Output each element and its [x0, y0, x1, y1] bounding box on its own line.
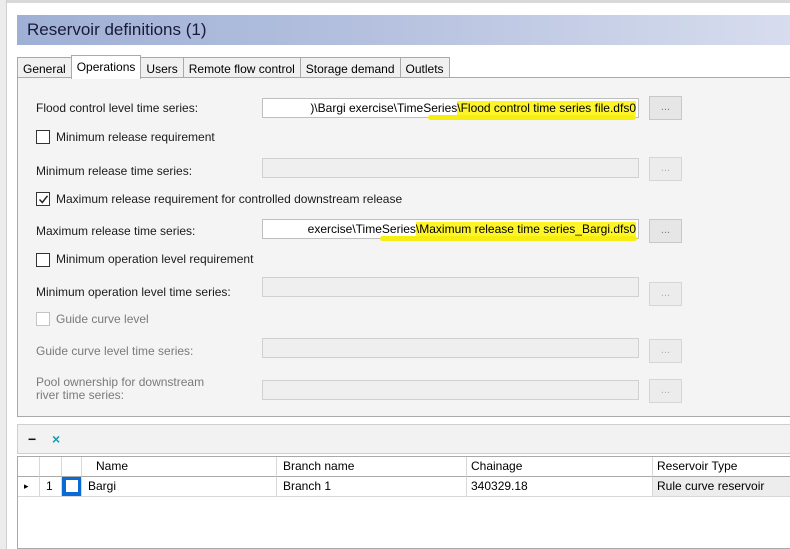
tab-outlets[interactable]: Outlets — [399, 57, 450, 79]
highlight-mark — [380, 236, 637, 241]
cell-branch[interactable]: Branch 1 — [277, 477, 467, 497]
min-op-level-browse-button: ... — [649, 282, 682, 306]
min-release-browse-button: ... — [649, 157, 682, 181]
cell-reservoir-type[interactable]: Rule curve reservoir — [653, 477, 790, 497]
tab-strip: General Operations Users Remote flow con… — [17, 55, 450, 79]
top-border — [0, 0, 790, 3]
delete-row-icon[interactable]: × — [52, 431, 60, 447]
guide-curve-ts-label: Guide curve level time series: — [36, 344, 194, 358]
flood-control-label: Flood control level time series: — [36, 101, 199, 115]
row-indicator[interactable]: ▸ — [18, 477, 40, 497]
max-release-ts-label: Maximum release time series: — [36, 224, 196, 238]
tab-operations[interactable]: Operations — [70, 55, 142, 79]
min-op-level-ts-field — [262, 277, 639, 297]
min-release-ts-field — [262, 158, 639, 178]
flood-control-path-prefix: )\Bargi exercise\TimeSeries — [310, 101, 458, 115]
min-release-checkbox[interactable] — [36, 130, 50, 144]
row-select-cell[interactable] — [62, 477, 82, 497]
max-release-path-prefix: exercise\TimeSeries — [307, 222, 416, 236]
cell-chainage[interactable]: 340329.18 — [467, 477, 653, 497]
tab-remote-flow-control[interactable]: Remote flow control — [182, 57, 301, 79]
guide-curve-browse-button: ... — [649, 339, 682, 363]
index-header — [40, 457, 62, 477]
column-header-branch[interactable]: Branch name — [277, 457, 467, 477]
pool-ownership-label-line1: Pool ownership for downstream — [36, 375, 205, 389]
min-op-level-checkbox[interactable] — [36, 253, 50, 267]
tab-storage-demand[interactable]: Storage demand — [299, 57, 401, 79]
check-icon — [38, 195, 49, 204]
column-header-chainage[interactable]: Chainage — [467, 457, 653, 477]
grid-toolbar: − × — [17, 424, 790, 454]
reservoir-table: Name Branch name Chainage Reservoir Type… — [17, 456, 790, 549]
tab-users[interactable]: Users — [140, 57, 184, 79]
selector-header — [62, 457, 82, 477]
row-checkbox[interactable] — [66, 480, 78, 492]
pool-ownership-label-line2: river time series: — [36, 388, 125, 402]
guide-curve-checkbox — [36, 312, 50, 326]
max-release-checkbox[interactable] — [36, 192, 50, 206]
min-release-ts-label: Minimum release time series: — [36, 164, 193, 178]
min-release-label: Minimum release requirement — [56, 130, 215, 144]
highlight-mark — [428, 115, 636, 120]
left-border — [0, 0, 7, 549]
guide-curve-label: Guide curve level — [56, 312, 149, 326]
column-header-name[interactable]: Name — [82, 457, 277, 477]
row-header-corner — [18, 457, 40, 477]
min-op-level-ts-label: Minimum operation level time series: — [36, 285, 231, 299]
max-release-path-highlight: \Maximum release time series_Bargi.dfs0 — [415, 222, 636, 236]
guide-curve-ts-field — [262, 338, 639, 358]
pool-ownership-field — [262, 380, 639, 400]
max-release-browse-button[interactable]: ... — [649, 219, 682, 243]
flood-control-path-highlight: \Flood control time series file.dfs0 — [457, 101, 636, 115]
max-release-label: Maximum release requirement for controll… — [56, 192, 403, 206]
flood-control-browse-button[interactable]: ... — [649, 96, 682, 120]
row-index: 1 — [40, 477, 62, 497]
column-header-reservoir-type[interactable]: Reservoir Type — [653, 457, 790, 477]
remove-row-icon[interactable]: − — [28, 431, 36, 447]
window-title: Reservoir definitions (1) — [17, 15, 790, 45]
min-op-level-label: Minimum operation level requirement — [56, 252, 254, 266]
cell-name[interactable]: Bargi — [82, 477, 277, 497]
operations-panel: Flood control level time series: )\Bargi… — [17, 77, 790, 417]
pool-ownership-browse-button: ... — [649, 379, 682, 403]
tab-general[interactable]: General — [17, 57, 72, 79]
